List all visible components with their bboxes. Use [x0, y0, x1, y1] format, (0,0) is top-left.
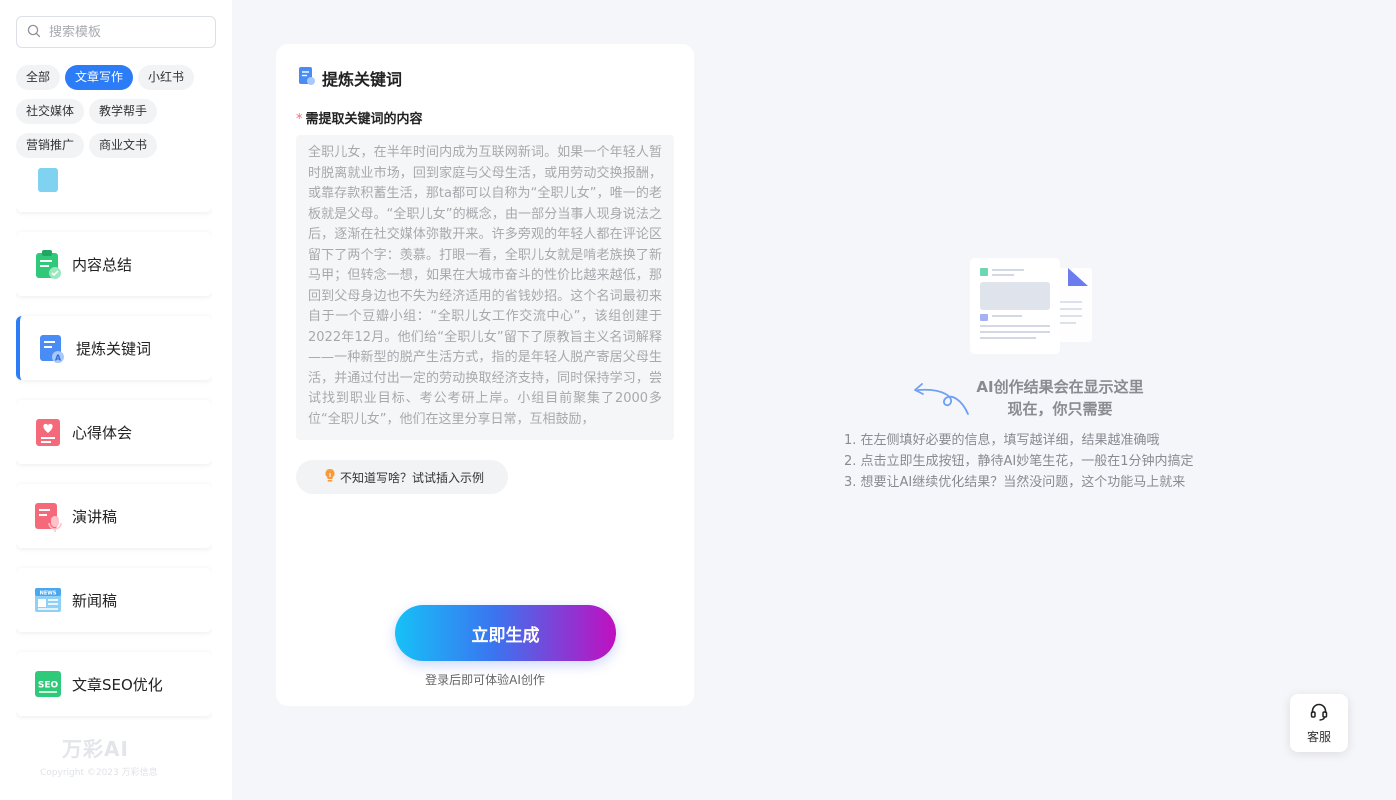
step-item: 2. 点击立即生成按钮，静待AI妙笔生花，一般在1分钟内搞定 [844, 454, 1194, 469]
tool-label: 文章SEO优化 [72, 675, 163, 694]
tool-label: 演讲稿 [72, 507, 118, 526]
newspaper-icon: NEWS [34, 586, 62, 614]
keyword-document-icon: A [38, 334, 66, 363]
heart-note-icon [34, 418, 62, 446]
insert-example-button[interactable]: 不知道写啥？试试插入示例 [296, 460, 509, 494]
required-mark: * [296, 112, 303, 127]
tool-label: 新闻稿 [72, 591, 118, 610]
tag-social-media[interactable]: 社交媒体 [16, 99, 85, 124]
sidebar: 全部 文章写作 小红书 社交媒体 教学帮手 营销推广 商业文书 内容总结 A 提… [0, 0, 232, 800]
generate-button[interactable]: 立即生成 [395, 605, 616, 661]
form-title: 提炼关键词 [298, 66, 402, 90]
search-input[interactable] [49, 24, 199, 40]
content-field-label-text: 需提取关键词的内容 [305, 112, 423, 127]
empty-result-illustration-icon [966, 256, 1096, 356]
brand-logo: 万彩AI [62, 737, 129, 761]
copyright-text: Copyright ©2023 万彩信息 [40, 768, 158, 778]
tool-item-speech[interactable]: 演讲稿 [16, 484, 212, 548]
search-icon [27, 23, 41, 42]
category-tags: 全部 文章写作 小红书 社交媒体 教学帮手 营销推广 商业文书 [16, 65, 221, 158]
result-title-line1: AI创作结果会在显示这里 [976, 378, 1144, 396]
clipboard-check-icon [34, 250, 62, 279]
svg-text:NEWS: NEWS [40, 591, 57, 597]
login-note: 登录后即可体验AI创作 [425, 673, 545, 687]
insert-example-label: 不知道写啥？试试插入示例 [340, 470, 485, 485]
form-title-text: 提炼关键词 [322, 70, 403, 89]
tag-all[interactable]: 全部 [16, 65, 61, 90]
tool-item-seo[interactable]: SEO 文章SEO优化 [16, 652, 212, 716]
content-textarea[interactable]: 全职儿女，在半年时间内成为互联网新词。如果一个年轻人暂时脱离就业市场，回到家庭与… [296, 135, 674, 440]
customer-service-button[interactable]: 客服 [1290, 694, 1348, 752]
tool-label: 心得体会 [72, 423, 133, 442]
tool-item-content-summary[interactable]: 内容总结 [16, 232, 212, 296]
tag-marketing[interactable]: 营销推广 [16, 133, 85, 158]
tool-label: 内容总结 [72, 255, 133, 274]
tag-xiaohongshu[interactable]: 小红书 [138, 65, 195, 90]
headset-icon [1309, 702, 1329, 726]
step-item: 1. 在左侧填好必要的信息，填写越详细，结果越准确哦 [844, 433, 1160, 448]
keyword-document-icon [298, 66, 316, 90]
tag-teaching[interactable]: 教学帮手 [89, 99, 158, 124]
tag-business[interactable]: 商业文书 [89, 133, 158, 158]
tool-list[interactable]: 内容总结 A 提炼关键词 心得体会 演讲稿 NEWS 新闻稿 SEO 文章SEO… [16, 160, 212, 720]
tool-label: 提炼关键词 [76, 339, 152, 358]
svg-text:SEO: SEO [38, 681, 59, 691]
tool-partial-icon [34, 166, 62, 194]
customer-service-label: 客服 [1306, 729, 1331, 744]
lightbulb-icon [324, 468, 336, 487]
microphone-note-icon [34, 502, 62, 532]
tool-item-reflections[interactable]: 心得体会 [16, 400, 212, 464]
result-placeholder-title: AI创作结果会在显示这里 现在，你只需要 [960, 376, 1160, 420]
tool-item-partial[interactable] [16, 160, 212, 212]
tool-item-keyword-extraction[interactable]: A 提炼关键词 [16, 316, 212, 380]
tool-item-news[interactable]: NEWS 新闻稿 [16, 568, 212, 632]
svg-text:A: A [55, 354, 62, 363]
result-steps: 1. 在左侧填好必要的信息，填写越详细，结果越准确哦 2. 点击立即生成按钮，静… [844, 430, 1194, 493]
seo-icon: SEO [34, 670, 62, 698]
tag-article-writing[interactable]: 文章写作 [65, 65, 134, 90]
step-item: 3. 想要让AI继续优化结果？当然没问题，这个功能马上就来 [844, 475, 1186, 490]
template-search[interactable] [16, 16, 216, 48]
result-title-line2: 现在，你只需要 [1007, 400, 1113, 418]
keyword-form-card: 提炼关键词 * 需提取关键词的内容 全职儿女，在半年时间内成为互联网新词。如果一个… [276, 44, 694, 706]
content-field-label: * 需提取关键词的内容 [296, 108, 423, 127]
